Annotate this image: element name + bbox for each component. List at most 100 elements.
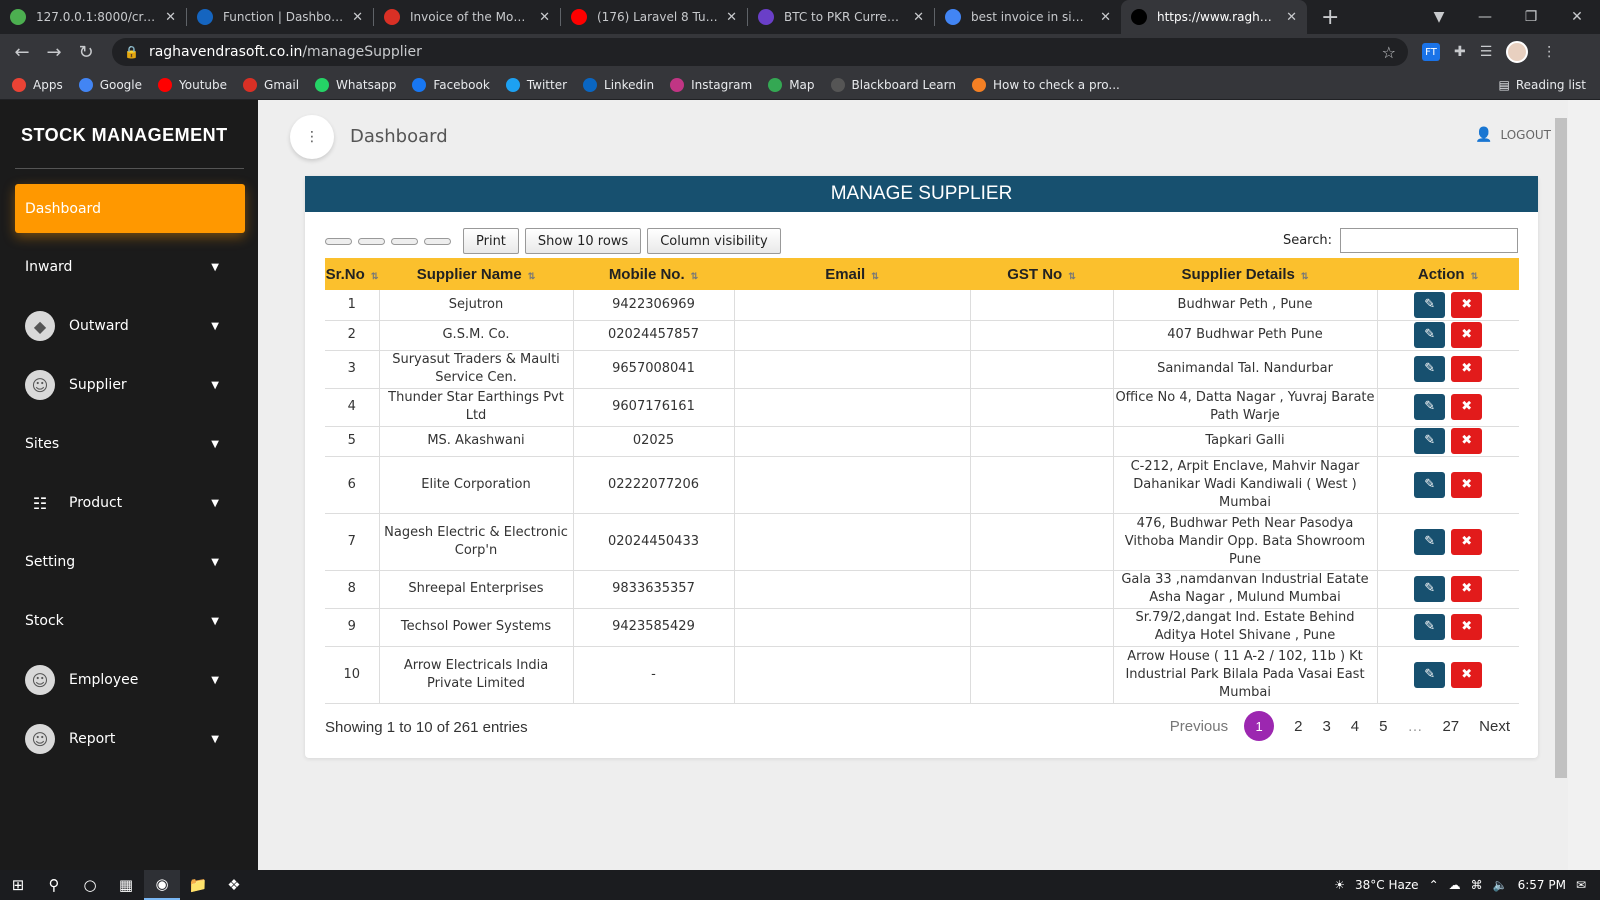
delete-button[interactable]: ✖	[1451, 322, 1483, 348]
column-header[interactable]: Supplier Name ⇅	[379, 258, 573, 290]
bookmark-item[interactable]: Facebook	[412, 77, 490, 92]
browser-tab[interactable]: https://www.raghavend ✕	[1121, 0, 1307, 34]
sidebar-item-outward[interactable]: ◆ Outward ▼	[15, 304, 245, 348]
restore-button[interactable]: ❐	[1508, 9, 1554, 25]
delete-button[interactable]: ✖	[1451, 356, 1483, 382]
print-button[interactable]: Print	[463, 228, 519, 254]
export-button[interactable]	[358, 237, 385, 245]
tab-search-icon[interactable]: ▼	[1416, 9, 1462, 25]
delete-button[interactable]: ✖	[1451, 291, 1483, 318]
edit-button[interactable]: ✎	[1414, 428, 1446, 454]
edit-button[interactable]: ✎	[1414, 576, 1446, 602]
edit-button[interactable]: ✎	[1414, 356, 1446, 382]
browser-tab[interactable]: BTC to PKR Current Pric ✕	[748, 0, 934, 34]
minimize-button[interactable]: —	[1462, 9, 1508, 25]
column-header[interactable]: Mobile No. ⇅	[573, 258, 734, 290]
bookmark-item[interactable]: Whatsapp	[315, 77, 396, 92]
forward-icon[interactable]: →	[38, 42, 70, 63]
edit-button[interactable]: ✎	[1414, 291, 1446, 318]
url-field[interactable]: 🔒 raghavendrasoft.co.in/manageSupplier ☆	[112, 38, 1408, 66]
bookmark-item[interactable]: Linkedin	[583, 77, 654, 92]
bookmark-item[interactable]: Google	[78, 77, 142, 92]
column-header[interactable]: Action ⇅	[1377, 258, 1519, 290]
tab-close-icon[interactable]: ✕	[165, 10, 176, 25]
edit-button[interactable]: ✎	[1414, 322, 1446, 348]
delete-button[interactable]: ✖	[1451, 471, 1483, 498]
browser-tab[interactable]: (176) Laravel 8 Tutorial ✕	[561, 0, 747, 34]
column-header[interactable]: Email ⇅	[734, 258, 970, 290]
export-button[interactable]	[424, 237, 451, 245]
search-icon[interactable]: ⚲	[36, 876, 72, 894]
column-visibility-button[interactable]: Column visibility	[647, 228, 781, 254]
weather-text[interactable]: 38°C Haze	[1355, 878, 1419, 892]
media-icon[interactable]: ☰	[1480, 44, 1493, 60]
search-input[interactable]	[1340, 228, 1518, 253]
profile-avatar[interactable]	[1506, 41, 1529, 63]
clock[interactable]: 6:57 PM	[1518, 878, 1566, 892]
tray-chevron-icon[interactable]: ⌃	[1429, 878, 1439, 892]
page-1-button[interactable]: 1	[1244, 711, 1275, 741]
chrome-icon[interactable]: ◉	[144, 870, 180, 900]
scrollbar-thumb[interactable]	[1555, 118, 1567, 778]
reading-list[interactable]: ▤ Reading list	[1499, 78, 1587, 92]
page-button[interactable]: 5	[1379, 718, 1387, 735]
edit-button[interactable]: ✎	[1414, 661, 1446, 688]
tab-close-icon[interactable]: ✕	[913, 10, 924, 25]
sidebar-item-sites[interactable]: Sites ▼	[15, 422, 245, 466]
extension-icon[interactable]: FT	[1422, 43, 1440, 61]
cortana-icon[interactable]: ○	[72, 876, 108, 894]
tab-close-icon[interactable]: ✕	[1100, 10, 1111, 25]
bookmark-item[interactable]: Map	[768, 77, 815, 92]
delete-button[interactable]: ✖	[1451, 614, 1483, 640]
browser-tab[interactable]: Function | Dashboard ✕	[187, 0, 373, 34]
delete-button[interactable]: ✖	[1451, 394, 1483, 420]
bookmark-item[interactable]: Twitter	[505, 77, 567, 92]
edit-button[interactable]: ✎	[1414, 614, 1446, 640]
close-window-button[interactable]: ✕	[1554, 9, 1600, 25]
sidebar-item-product[interactable]: ☷ Product ▼	[15, 481, 245, 525]
scrollbar-track[interactable]	[1568, 100, 1600, 870]
export-button[interactable]	[325, 237, 352, 245]
bookmark-item[interactable]: Blackboard Learn	[830, 77, 956, 92]
edit-button[interactable]: ✎	[1414, 528, 1446, 555]
sidebar-item-inward[interactable]: Inward ▼	[15, 245, 245, 289]
delete-button[interactable]: ✖	[1451, 661, 1483, 688]
cloud-icon[interactable]: ☁	[1449, 878, 1461, 892]
sidebar-item-stock[interactable]: Stock ▼	[15, 599, 245, 643]
browser-tab[interactable]: best invoice in simple h ✕	[935, 0, 1121, 34]
show-rows-button[interactable]: Show 10 rows	[524, 228, 642, 254]
export-button[interactable]	[391, 237, 418, 245]
edit-button[interactable]: ✎	[1414, 471, 1446, 498]
notification-icon[interactable]: ✉	[1576, 878, 1586, 892]
logout-link[interactable]: 👤 LOGOUT	[1475, 127, 1551, 143]
puzzle-icon[interactable]: ✚	[1454, 44, 1466, 60]
tab-close-icon[interactable]: ✕	[352, 10, 363, 25]
previous-page-button[interactable]: Previous	[1170, 718, 1228, 735]
back-icon[interactable]: ←	[6, 42, 38, 63]
sidebar-item-dashboard[interactable]: Dashboard	[15, 184, 245, 233]
kebab-menu-icon[interactable]: ⋮	[1542, 44, 1556, 60]
sidebar-item-employee[interactable]: ☺ Employee ▼	[15, 658, 245, 702]
browser-tab[interactable]: Invoice of the Month | F ✕	[374, 0, 560, 34]
column-header[interactable]: Supplier Details ⇅	[1113, 258, 1377, 290]
sidebar-toggle-button[interactable]: ⋮	[290, 115, 334, 159]
file-explorer-icon[interactable]: 📁	[180, 876, 216, 894]
vscode-icon[interactable]: ❖	[216, 876, 252, 894]
bookmark-item[interactable]: Gmail	[243, 77, 299, 92]
windows-start-icon[interactable]: ⊞	[0, 876, 36, 894]
tab-close-icon[interactable]: ✕	[726, 10, 737, 25]
column-header[interactable]: Sr.No ⇅	[325, 258, 379, 290]
tab-close-icon[interactable]: ✕	[539, 10, 550, 25]
sidebar-item-report[interactable]: ☺ Report ▼	[15, 717, 245, 761]
edit-button[interactable]: ✎	[1414, 394, 1446, 420]
bookmark-star-icon[interactable]: ☆	[1382, 43, 1396, 62]
page-button[interactable]: 4	[1351, 718, 1359, 735]
bookmark-item[interactable]: Instagram	[670, 77, 752, 92]
reload-icon[interactable]: ↻	[70, 42, 102, 63]
page-button[interactable]: 3	[1322, 718, 1330, 735]
bookmark-item[interactable]: How to check a pro...	[972, 77, 1120, 92]
page-button[interactable]: 2	[1294, 718, 1302, 735]
new-tab-icon[interactable]: +	[1321, 5, 1339, 30]
delete-button[interactable]: ✖	[1451, 428, 1483, 454]
volume-icon[interactable]: 🔈	[1493, 878, 1508, 892]
